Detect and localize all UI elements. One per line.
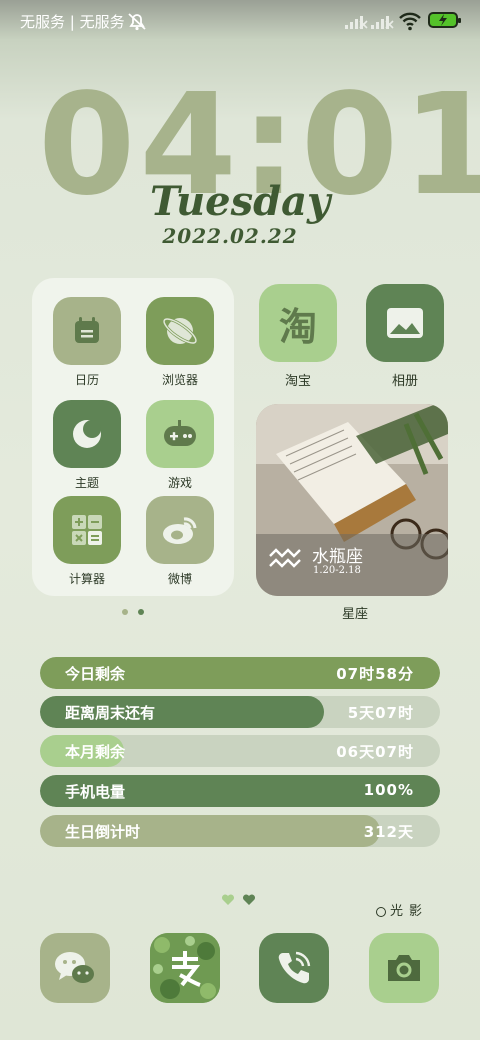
calendar-icon: [75, 317, 99, 343]
progress-label: 生日倒计时: [65, 823, 141, 841]
weibo-icon: [163, 517, 197, 544]
battery-icon: [428, 12, 461, 28]
taobao-app[interactable]: 淘: [259, 284, 337, 362]
theme-app[interactable]: [53, 400, 121, 468]
browser-label: 浏览器: [161, 373, 198, 387]
theme-label: 主题: [74, 476, 99, 490]
progress-bar: 手机电量 100%: [40, 775, 440, 807]
browser-app[interactable]: [146, 297, 214, 365]
zodiac-sign: 水瓶座: [312, 547, 363, 567]
wifi-icon: [399, 12, 421, 31]
circle-icon: [376, 906, 386, 917]
weibo-label: 微博: [167, 572, 192, 586]
status-bar: 无服务 | 无服务: [0, 0, 480, 42]
progress-value: 06天07时: [336, 743, 414, 761]
bell-off-icon: [128, 13, 146, 31]
camera-app[interactable]: [369, 933, 439, 1003]
heart-icon: [221, 894, 256, 905]
weibo-app[interactable]: [146, 496, 214, 564]
progress-bar: 生日倒计时 312天: [40, 815, 440, 847]
gallery-label: 相册: [391, 374, 418, 389]
progress-value: 100%: [363, 781, 414, 799]
chat-bubbles-icon: [55, 952, 94, 983]
taobao-icon: 淘: [278, 304, 317, 349]
browser-icon: [162, 317, 198, 345]
zodiac-label: 星座: [341, 607, 368, 622]
progress-bar: 本月剩余 06天07时: [40, 735, 440, 767]
game-app[interactable]: [146, 400, 214, 468]
progress-label: 今日剩余: [65, 665, 126, 683]
light-shadow-label: 光影: [390, 904, 429, 919]
theme-icon: [73, 420, 101, 448]
date-text: 2022.02.22: [162, 224, 298, 248]
game-label: 游戏: [167, 476, 192, 490]
progress-value: 5天07时: [347, 704, 414, 722]
signal-icon: [345, 16, 368, 29]
light-shadow-button[interactable]: 光影: [376, 900, 428, 919]
weekday-text: Tuesday: [150, 178, 331, 225]
phone-icon: [278, 951, 311, 984]
signal-icon: [371, 16, 394, 29]
app-folder: 日历 浏览器 主题 游戏 计算器 微博: [32, 278, 234, 596]
carrier-text: 无服务 | 无服务: [20, 13, 125, 31]
progress-label: 距离周末还有: [65, 704, 156, 722]
gamepad-icon: [164, 420, 196, 446]
progress-value: 07时58分: [336, 665, 414, 683]
calculator-icon: [72, 515, 102, 545]
calendar-label: 日历: [74, 373, 99, 387]
progress-bar: 今日剩余 07时58分: [40, 657, 440, 689]
gallery-app[interactable]: [366, 284, 444, 362]
image-icon: [387, 308, 423, 338]
zodiac-widget[interactable]: 水瓶座 1.20-2.18: [256, 404, 448, 596]
zodiac-range: 1.20-2.18: [313, 565, 361, 576]
alipay-app[interactable]: [150, 933, 220, 1003]
phone-app[interactable]: [259, 933, 329, 1003]
progress-bar: 距离周末还有 5天07时: [40, 696, 440, 728]
progress-label: 本月剩余: [65, 743, 126, 761]
calendar-app[interactable]: [53, 297, 121, 365]
wechat-app[interactable]: [40, 933, 110, 1003]
camera-icon: [388, 955, 420, 981]
progress-value: 312天: [363, 823, 414, 841]
calculator-app[interactable]: [53, 496, 121, 564]
taobao-label: 淘宝: [284, 374, 311, 389]
alipay-icon: [150, 933, 220, 1003]
calculator-label: 计算器: [68, 572, 105, 586]
progress-label: 手机电量: [65, 783, 126, 801]
